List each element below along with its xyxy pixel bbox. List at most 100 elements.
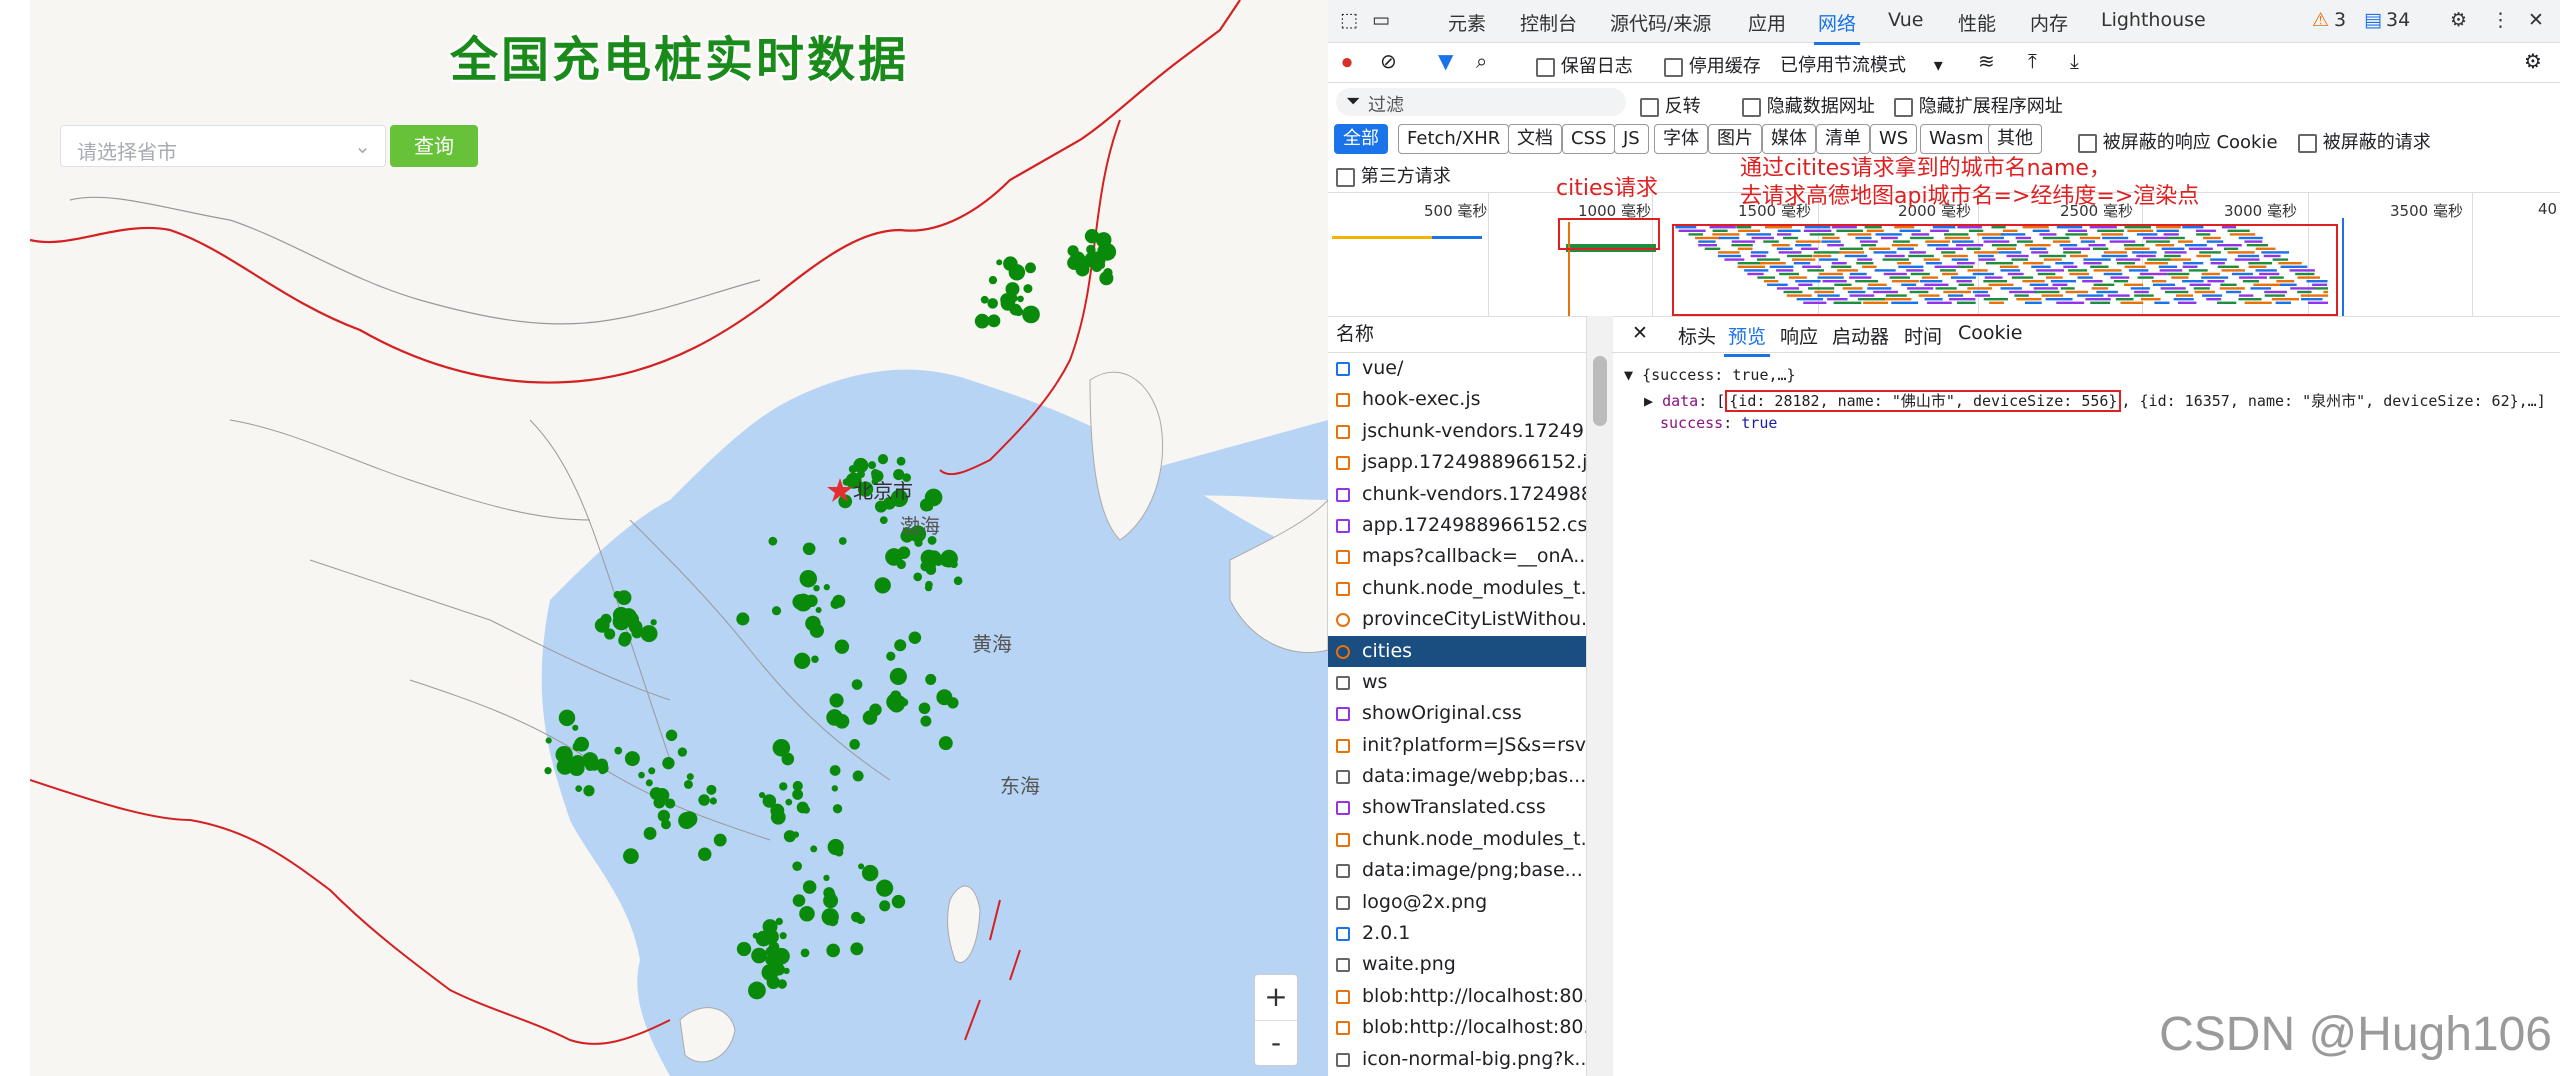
charging-station-dot[interactable] <box>802 805 811 814</box>
charging-station-dot[interactable] <box>785 798 793 806</box>
request-row[interactable]: showOriginal.css <box>1328 698 1586 729</box>
tab-memory[interactable]: 内存 <box>2030 9 2068 36</box>
charging-station-dot[interactable] <box>736 612 750 626</box>
charging-station-dot[interactable] <box>665 729 678 742</box>
charging-station-dot[interactable] <box>938 736 953 751</box>
request-list-scrollbar[interactable] <box>1586 316 1613 1076</box>
request-row[interactable]: data:image/png;base... <box>1328 855 1586 886</box>
warning-count[interactable]: 3 <box>2334 9 2346 31</box>
charging-station-dot[interactable] <box>645 779 653 787</box>
charging-station-dot[interactable] <box>631 627 643 639</box>
charging-station-dot[interactable] <box>805 615 821 632</box>
charging-station-dot[interactable] <box>598 767 607 775</box>
request-row[interactable]: provinceCityListWithou... <box>1328 604 1586 635</box>
disable-cache-checkbox[interactable]: 停用缓存 <box>1664 52 1761 78</box>
request-row[interactable]: 2.0.1 <box>1328 918 1586 949</box>
charging-station-dot[interactable] <box>800 948 810 958</box>
charging-station-dot[interactable] <box>771 606 782 616</box>
charging-station-dot[interactable] <box>618 617 625 624</box>
detail-close-icon[interactable]: ✕ <box>1632 322 1648 344</box>
charging-station-dot[interactable] <box>891 894 906 909</box>
charging-station-dot[interactable] <box>974 313 990 329</box>
charging-station-dot[interactable] <box>709 797 717 805</box>
request-row[interactable]: app.1724988966152.css <box>1328 510 1586 541</box>
search-icon[interactable]: ⌕ <box>1476 49 1487 73</box>
charging-station-dot[interactable] <box>762 794 777 808</box>
request-row[interactable]: vue/ <box>1328 353 1586 384</box>
charging-station-dot[interactable] <box>856 915 866 925</box>
charging-station-dot[interactable] <box>851 679 863 690</box>
tab-network[interactable]: 网络 <box>1813 9 1861 45</box>
expand-arrow-icon[interactable]: ▼ <box>1624 366 1633 384</box>
preview-root[interactable]: ▼ {success: true,…} <box>1624 366 1796 384</box>
tab-console[interactable]: 控制台 <box>1520 9 1577 36</box>
request-row[interactable]: blob:http://localhost:80... <box>1328 1012 1586 1043</box>
charging-station-dot[interactable] <box>1069 251 1086 268</box>
charging-station-dot[interactable] <box>770 809 786 825</box>
charging-station-dot[interactable] <box>558 709 576 727</box>
charging-station-dot[interactable] <box>761 963 779 981</box>
gear-icon[interactable]: ⚙ <box>2450 9 2467 31</box>
charging-station-dot[interactable] <box>747 981 766 1000</box>
request-row[interactable]: showTranslated.css <box>1328 792 1586 823</box>
province-city-select[interactable]: 请选择省市 ⌄ <box>60 125 386 167</box>
charging-station-dot[interactable] <box>815 606 822 613</box>
tab-application[interactable]: 应用 <box>1748 9 1786 36</box>
charging-station-dot[interactable] <box>925 673 937 685</box>
request-row[interactable]: maps?callback=__onA... <box>1328 541 1586 572</box>
charging-station-dot[interactable] <box>1097 261 1106 269</box>
charging-station-dot[interactable] <box>821 908 839 926</box>
charging-station-dot[interactable] <box>589 760 600 771</box>
detail-tab-response[interactable]: 响应 <box>1780 322 1818 349</box>
request-row[interactable]: chunk-vendors.1724988... <box>1328 479 1586 510</box>
close-icon[interactable]: ✕ <box>2528 9 2544 31</box>
charging-station-dot[interactable] <box>751 947 767 964</box>
request-row[interactable]: logo@2x.png <box>1328 887 1586 918</box>
charging-station-dot[interactable] <box>876 879 894 897</box>
charging-station-dot[interactable] <box>918 702 931 715</box>
charging-station-dot[interactable] <box>1098 243 1117 261</box>
charging-station-dot[interactable] <box>886 651 896 661</box>
charging-station-dot[interactable] <box>564 756 574 765</box>
detail-tab-cookie[interactable]: Cookie <box>1958 322 2023 344</box>
filter-type-all[interactable]: 全部 <box>1334 124 1388 154</box>
message-icon[interactable]: ▤ <box>2364 9 2382 31</box>
charging-station-dot[interactable] <box>810 845 818 853</box>
charging-station-dot[interactable] <box>829 765 841 776</box>
charging-station-dot[interactable] <box>792 861 803 872</box>
request-row[interactable]: ws <box>1328 667 1586 698</box>
charging-station-dot[interactable] <box>686 773 694 781</box>
request-row[interactable]: jschunk-vendors.17249... <box>1328 416 1586 447</box>
charging-station-dot[interactable] <box>677 747 688 757</box>
charging-station-dot[interactable] <box>545 737 552 744</box>
tab-performance[interactable]: 性能 <box>1958 9 1996 36</box>
charging-station-dot[interactable] <box>988 275 998 285</box>
charging-station-dot[interactable] <box>813 584 820 592</box>
filter-icon[interactable]: ▼ <box>1438 49 1453 73</box>
charging-station-dot[interactable] <box>849 739 860 750</box>
charging-station-dot[interactable] <box>980 295 989 304</box>
charging-station-dot[interactable] <box>862 710 878 725</box>
filter-type-css[interactable]: CSS <box>1562 124 1616 154</box>
charging-station-dot[interactable] <box>996 259 1003 266</box>
charging-station-dot[interactable] <box>640 625 658 643</box>
charging-station-dot[interactable] <box>879 516 888 525</box>
charging-station-dot[interactable] <box>914 538 923 547</box>
charging-station-dot[interactable] <box>885 548 903 566</box>
charging-station-dot[interactable] <box>799 595 811 606</box>
charging-station-dot[interactable] <box>765 946 776 957</box>
hide-extension-urls-checkbox[interactable]: 隐藏扩展程序网址 <box>1894 92 2063 118</box>
charging-station-dot[interactable] <box>777 979 787 989</box>
charging-station-dot[interactable] <box>794 652 811 669</box>
request-row[interactable]: init?platform=JS&s=rsv... <box>1328 730 1586 761</box>
charging-station-dot[interactable] <box>643 827 657 840</box>
inspect-element-icon[interactable]: ⬚ <box>1340 9 1358 31</box>
charging-station-dot[interactable] <box>850 942 864 956</box>
charging-station-dot[interactable] <box>1084 229 1100 244</box>
charging-station-dot[interactable] <box>838 537 847 545</box>
charging-station-dot[interactable] <box>624 751 640 767</box>
request-row[interactable]: blob:http://localhost:80... <box>1328 981 1586 1012</box>
charging-station-dot[interactable] <box>698 794 710 806</box>
charging-station-dot[interactable] <box>987 298 998 309</box>
charging-station-dot[interactable] <box>1009 293 1018 303</box>
